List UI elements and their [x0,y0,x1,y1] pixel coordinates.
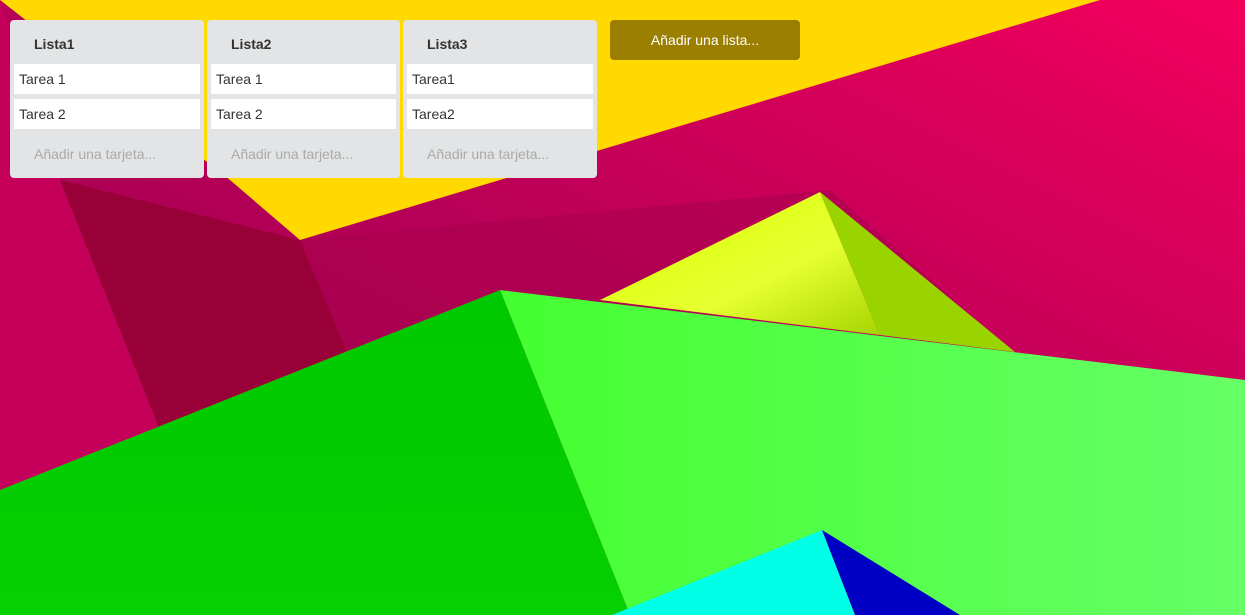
card[interactable]: Tarea 1 [14,64,200,94]
board: Lista1 Tarea 1 Tarea 2 Añadir una tarjet… [0,0,1245,615]
card[interactable]: Tarea2 [407,99,593,129]
list-lista2: Lista2 Tarea 1 Tarea 2 Añadir una tarjet… [207,20,400,178]
add-list-button[interactable]: Añadir una lista... [610,20,800,60]
list-title[interactable]: Lista3 [407,20,593,64]
list-lista3: Lista3 Tarea1 Tarea2 Añadir una tarjeta.… [403,20,597,178]
add-card-button[interactable]: Añadir una tarjeta... [14,134,200,164]
list-title[interactable]: Lista2 [211,20,396,64]
card[interactable]: Tarea 2 [14,99,200,129]
add-card-button[interactable]: Añadir una tarjeta... [407,134,593,164]
card[interactable]: Tarea 2 [211,99,396,129]
list-lista1: Lista1 Tarea 1 Tarea 2 Añadir una tarjet… [10,20,204,178]
card[interactable]: Tarea1 [407,64,593,94]
card[interactable]: Tarea 1 [211,64,396,94]
add-card-button[interactable]: Añadir una tarjeta... [211,134,396,164]
list-title[interactable]: Lista1 [14,20,200,64]
